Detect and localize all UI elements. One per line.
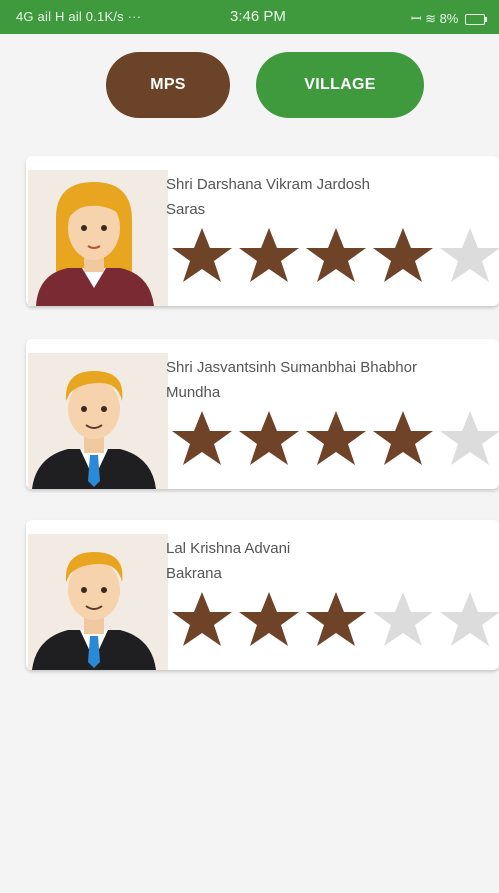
star-empty-icon (438, 224, 499, 288)
male-avatar (28, 534, 168, 670)
network-status: 4G ail H ail 0.1K/s ··· (16, 9, 142, 24)
star-filled-icon (304, 588, 368, 652)
star-empty-icon (371, 588, 435, 652)
mp-name: Shri Jasvantsinh Sumanbhai Bhabhor (166, 359, 417, 376)
star-filled-icon (237, 224, 301, 288)
star-filled-icon (304, 224, 368, 288)
mp-card[interactable]: Shri Jasvantsinh Sumanbhai Bhabhor Mundh… (26, 339, 499, 489)
status-bar: 4G ail H ail 0.1K/s ··· 3:46 PM ꟷ ≋ 8% (0, 0, 499, 34)
village-name: Bakrana (166, 565, 222, 582)
star-empty-icon (438, 407, 499, 471)
village-name: Saras (166, 201, 206, 218)
star-filled-icon (237, 588, 301, 652)
village-tab-button[interactable]: VILLAGE (256, 52, 424, 118)
rating-stars (170, 588, 499, 652)
star-filled-icon (304, 407, 368, 471)
star-filled-icon (170, 588, 234, 652)
star-filled-icon (170, 407, 234, 471)
system-icons: ꟷ ≋ 8% (410, 9, 487, 27)
rating-stars (170, 407, 499, 471)
star-filled-icon (371, 224, 435, 288)
male-avatar (28, 353, 168, 489)
star-filled-icon (237, 407, 301, 471)
star-filled-icon (371, 407, 435, 471)
mp-name: Shri Darshana Vikram Jardosh (166, 176, 370, 193)
mp-card[interactable]: Shri Darshana Vikram Jardosh Saras (26, 156, 499, 306)
mp-card[interactable]: Lal Krishna Advani Bakrana (26, 520, 499, 670)
mp-name: Lal Krishna Advani (166, 540, 291, 557)
status-right-text: ꟷ ≋ 8% (410, 11, 459, 26)
female-avatar (28, 170, 168, 306)
clock: 3:46 PM (230, 8, 286, 25)
battery-icon (465, 14, 487, 26)
village-name: Mundha (166, 384, 221, 401)
mps-tab-button[interactable]: MPS (106, 52, 230, 118)
rating-stars (170, 224, 499, 288)
star-empty-icon (438, 588, 499, 652)
star-filled-icon (170, 224, 234, 288)
